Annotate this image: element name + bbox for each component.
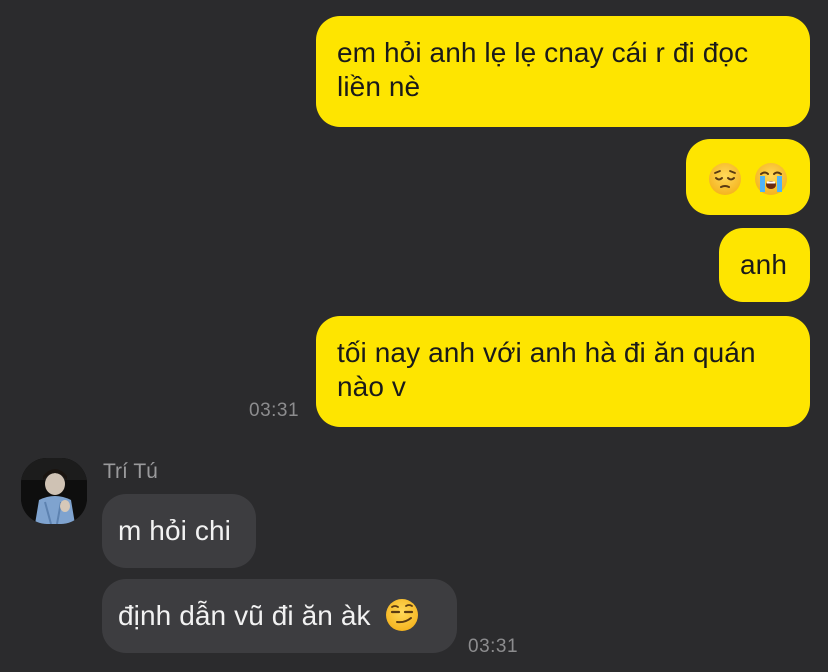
sender-name: Trí Tú bbox=[103, 460, 158, 483]
message-text: tối nay anh với anh hà đi ăn quán nào v bbox=[337, 337, 756, 402]
avatar[interactable] bbox=[21, 458, 87, 524]
message-text: m hỏi chi bbox=[118, 515, 231, 546]
message-text: anh bbox=[740, 249, 788, 280]
message-text: định dẫn vũ đi ăn àk bbox=[118, 600, 371, 631]
outgoing-message-bubble[interactable]: tối nay anh với anh hà đi ăn quán nào v bbox=[316, 316, 810, 427]
avatar-photo bbox=[21, 458, 87, 524]
chat-window: em hỏi anh lẹ lẹ cnay cái r đi đọc liền … bbox=[0, 0, 828, 672]
outgoing-emoji-bubble[interactable] bbox=[686, 139, 810, 215]
message-text: em hỏi anh lẹ lẹ cnay cái r đi đọc liền … bbox=[337, 37, 749, 102]
outgoing-message-bubble[interactable]: em hỏi anh lẹ lẹ cnay cái r đi đọc liền … bbox=[316, 16, 810, 127]
incoming-message-bubble[interactable]: định dẫn vũ đi ăn àk bbox=[102, 579, 457, 653]
outgoing-message-bubble[interactable]: anh bbox=[719, 228, 810, 302]
pensive-face-emoji bbox=[708, 162, 742, 196]
message-timestamp: 03:31 bbox=[249, 400, 300, 421]
loudly-crying-face-emoji bbox=[754, 162, 788, 196]
incoming-message-bubble[interactable]: m hỏi chi bbox=[102, 494, 256, 568]
smirking-face-emoji bbox=[385, 598, 419, 632]
message-timestamp: 03:31 bbox=[468, 636, 519, 657]
